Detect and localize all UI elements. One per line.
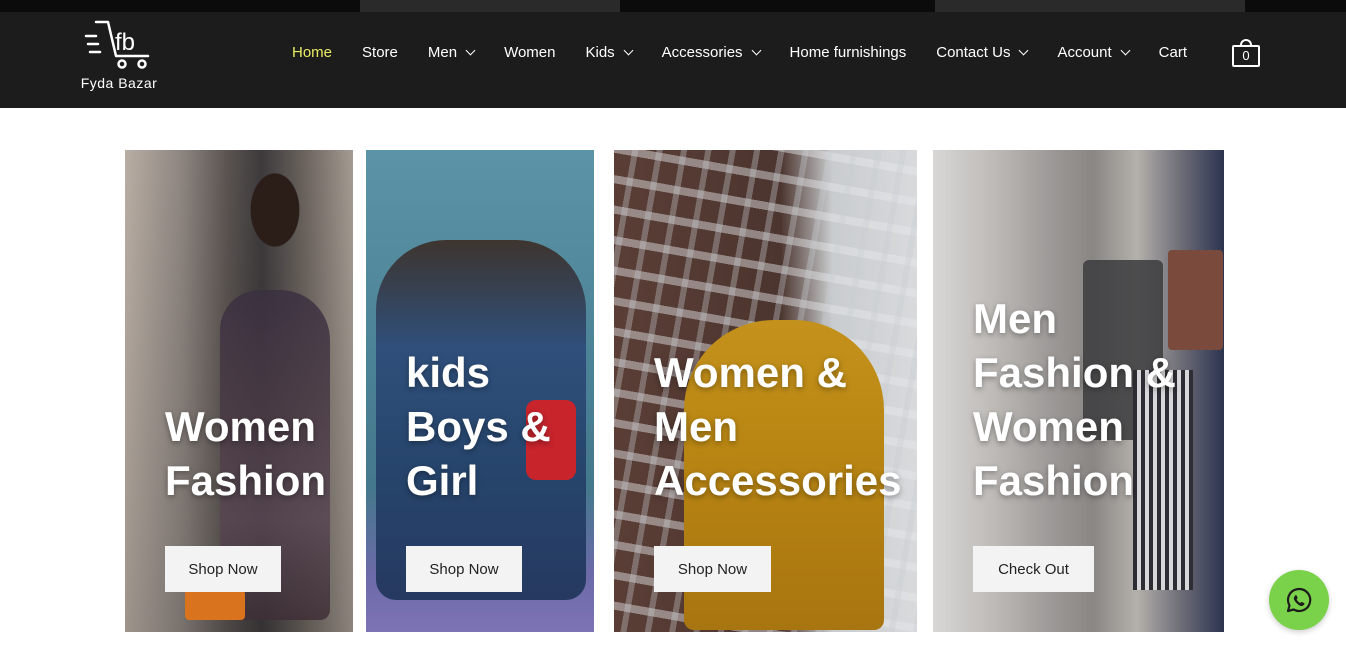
main-nav: Home Store Men Women Kids Accessories Ho… bbox=[292, 12, 1217, 92]
cart-logo-icon: fb bbox=[84, 20, 150, 69]
nav-item-men[interactable]: Men bbox=[427, 43, 476, 61]
logo[interactable]: fb Fyda Bazar bbox=[78, 16, 160, 96]
title-line: Men bbox=[973, 295, 1057, 342]
shop-now-button[interactable]: Shop Now bbox=[165, 546, 281, 592]
nav-item-kids[interactable]: Kids bbox=[585, 43, 634, 61]
title-line: Men bbox=[654, 403, 738, 450]
chevron-down-icon bbox=[751, 45, 761, 55]
promo-card-kids[interactable]: kids Boys & Girl Shop Now bbox=[366, 150, 594, 632]
title-line: Accessories bbox=[654, 457, 902, 504]
brand-name: Fyda Bazar bbox=[80, 75, 158, 91]
nav-label: Home furnishings bbox=[789, 43, 907, 61]
nav-item-contact-us[interactable]: Contact Us bbox=[936, 43, 1029, 61]
site-header: fb Fyda Bazar Home Store Men Women Kids … bbox=[0, 12, 1346, 108]
whatsapp-icon bbox=[1286, 587, 1312, 613]
card-title: Women & Men Accessories bbox=[654, 346, 902, 508]
nav-label: Accessories bbox=[661, 43, 743, 61]
card-title: Women Fashion bbox=[165, 400, 326, 508]
nav-item-account[interactable]: Account bbox=[1057, 43, 1131, 61]
brown-bag bbox=[1168, 250, 1223, 350]
whatsapp-button[interactable] bbox=[1269, 570, 1329, 630]
card-title: Men Fashion & Women Fashion bbox=[973, 292, 1176, 508]
promo-card-accessories[interactable]: Women & Men Accessories Shop Now bbox=[614, 150, 917, 632]
nav-item-women[interactable]: Women bbox=[504, 44, 555, 61]
card-title: kids Boys & Girl bbox=[406, 346, 551, 508]
nav-item-home[interactable]: Home bbox=[292, 44, 332, 61]
nav-label: Contact Us bbox=[936, 43, 1011, 61]
chevron-down-icon bbox=[465, 45, 476, 55]
nav-label: Cart bbox=[1158, 43, 1187, 61]
nav-label: Men bbox=[427, 43, 458, 61]
title-line: Women & bbox=[654, 349, 847, 396]
nav-item-home-furnishings[interactable]: Home furnishings bbox=[790, 44, 907, 61]
cart-button[interactable]: 0 bbox=[1232, 39, 1260, 67]
chevron-down-icon bbox=[623, 45, 634, 55]
chevron-down-icon bbox=[1019, 45, 1029, 55]
nav-label: Kids bbox=[585, 43, 615, 61]
nav-label: Women bbox=[504, 43, 556, 61]
title-line: Women bbox=[165, 403, 316, 450]
nav-item-cart[interactable]: Cart bbox=[1159, 44, 1187, 61]
title-line: Fashion & bbox=[973, 349, 1177, 396]
nav-label: Store bbox=[362, 43, 398, 61]
shop-now-button[interactable]: Shop Now bbox=[406, 546, 522, 592]
promo-card-fashion[interactable]: Men Fashion & Women Fashion Check Out bbox=[933, 150, 1224, 632]
top-image-strip bbox=[0, 0, 1346, 12]
title-line: Fashion bbox=[973, 457, 1135, 504]
title-line: kids bbox=[406, 349, 491, 396]
shop-now-button[interactable]: Shop Now bbox=[654, 546, 771, 592]
strip-band bbox=[935, 0, 1245, 12]
chevron-down-icon bbox=[1120, 45, 1131, 55]
title-line: Women bbox=[973, 403, 1124, 450]
title-line: Fashion bbox=[165, 457, 327, 504]
check-out-button[interactable]: Check Out bbox=[973, 546, 1094, 592]
svg-text:fb: fb bbox=[115, 29, 135, 56]
title-line: Boys & bbox=[406, 403, 551, 450]
promo-card-women-fashion[interactable]: Women Fashion Shop Now bbox=[125, 150, 353, 632]
strip-band bbox=[360, 0, 620, 12]
title-line: Girl bbox=[406, 457, 479, 504]
nav-item-accessories[interactable]: Accessories bbox=[661, 43, 761, 61]
nav-label: Home bbox=[292, 43, 333, 61]
nav-label: Account bbox=[1057, 43, 1112, 61]
orange-boots bbox=[185, 590, 245, 620]
nav-item-store[interactable]: Store bbox=[362, 44, 398, 61]
cart-count: 0 bbox=[1232, 45, 1260, 67]
